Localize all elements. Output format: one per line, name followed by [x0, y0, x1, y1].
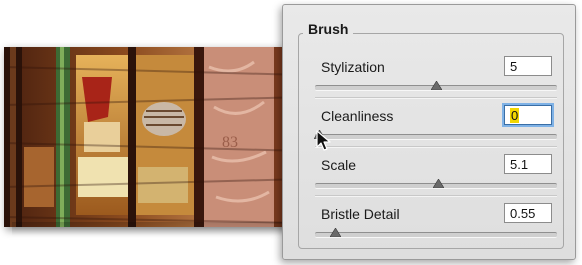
scale-label: Scale — [321, 157, 357, 173]
slider-triangle-icon[interactable] — [433, 179, 445, 188]
scale-value-text: 5.1 — [510, 157, 529, 172]
divider — [315, 97, 557, 99]
stylization-slider[interactable] — [315, 81, 557, 91]
cleanliness-value-field[interactable]: 0 — [504, 105, 552, 125]
cleanliness-value-text: 0 — [510, 108, 520, 123]
stylization-value-text: 5 — [510, 59, 518, 74]
bristle-detail-value-text: 0.55 — [510, 206, 536, 221]
divider — [315, 146, 557, 148]
bristle-detail-value-field[interactable]: 0.55 — [504, 203, 552, 223]
slider-triangle-icon[interactable] — [330, 228, 342, 237]
arrow-pointer-icon — [316, 130, 331, 151]
bristle-detail-slider[interactable] — [315, 228, 557, 238]
stylization-value-field[interactable]: 5 — [504, 56, 552, 76]
scale-value-field[interactable]: 5.1 — [504, 154, 552, 174]
cleanliness-label: Cleanliness — [321, 108, 394, 124]
bristle-detail-label: Bristle Detail — [321, 206, 400, 222]
cleanliness-slider[interactable] — [314, 130, 557, 140]
oil-paint-image: 83 — [4, 47, 304, 227]
divider — [315, 195, 557, 197]
image-preview: 83 — [4, 47, 304, 227]
stylization-label: Stylization — [321, 59, 385, 75]
slider-triangle-icon[interactable] — [431, 81, 442, 90]
brush-group-title: Brush — [303, 21, 354, 37]
image-shadow — [12, 222, 302, 236]
scale-slider[interactable] — [315, 179, 557, 189]
